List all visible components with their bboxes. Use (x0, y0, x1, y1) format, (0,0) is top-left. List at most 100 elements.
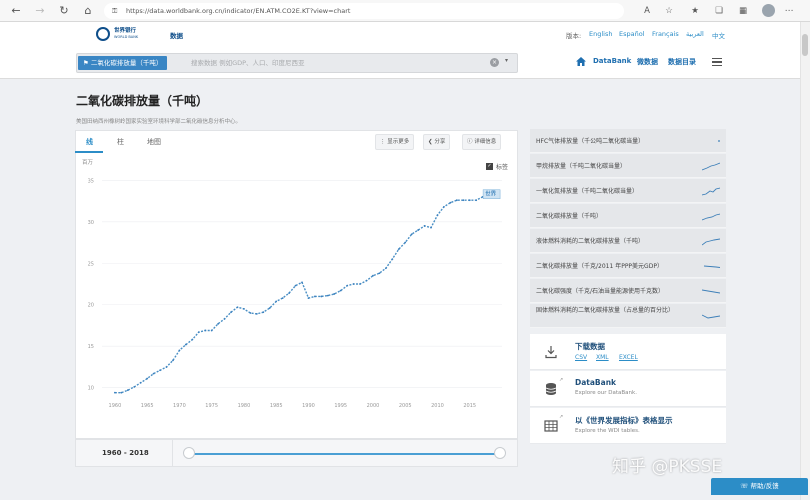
data-point[interactable] (146, 377, 149, 380)
data-point[interactable] (236, 306, 239, 309)
data-point[interactable] (249, 312, 252, 314)
reload-icon[interactable]: ↻ (56, 3, 72, 19)
download-xml-link[interactable]: XML (596, 354, 609, 361)
tab-bar[interactable]: 柱 (117, 137, 124, 147)
data-point[interactable] (178, 349, 181, 352)
data-point[interactable] (378, 272, 381, 275)
data-point[interactable] (152, 372, 155, 375)
data-point[interactable] (423, 225, 426, 227)
data-point[interactable] (165, 366, 168, 368)
data-point[interactable] (126, 389, 129, 392)
data-point[interactable] (410, 233, 413, 236)
data-point[interactable] (359, 283, 361, 285)
data-point[interactable] (210, 329, 213, 332)
profile-avatar[interactable] (762, 4, 775, 17)
data-point[interactable] (365, 279, 368, 282)
data-point[interactable] (468, 199, 471, 202)
data-point[interactable] (443, 205, 445, 208)
data-point[interactable] (268, 307, 271, 309)
data-point[interactable] (384, 267, 387, 270)
extensions-icon[interactable]: ▦ (736, 4, 750, 18)
tab-line[interactable]: 线 (86, 137, 93, 147)
data-point[interactable] (397, 248, 400, 251)
nav-data-catalog[interactable]: 数据目录 (668, 57, 696, 67)
data-point[interactable] (326, 294, 329, 297)
indicator-item-solid-fuel[interactable]: 固体燃料消耗的二氧化碳排放量（占总量的百分比） (530, 304, 726, 328)
data-point[interactable] (120, 391, 123, 394)
lang-english[interactable]: English (589, 30, 612, 38)
data-point[interactable] (430, 226, 432, 229)
logo-title[interactable]: 世界银行 (114, 28, 136, 34)
indicator-item-co2-intensity[interactable]: 二氧化碳强度（千克/石油当量能源使用千克数） (530, 279, 726, 303)
data-point[interactable] (417, 229, 420, 231)
data-point[interactable] (288, 292, 290, 295)
databank-title[interactable]: DataBank (575, 378, 616, 387)
data-point[interactable] (436, 214, 439, 217)
search-input[interactable]: 搜索数据 例如GDP、人口、印度尼西亚 (191, 57, 305, 67)
data-point[interactable] (159, 369, 161, 372)
data-point[interactable] (262, 311, 265, 314)
data-point[interactable] (191, 338, 194, 341)
address-bar[interactable]: ⚿ https://data.worldbank.org.cn/indicator… (104, 3, 624, 19)
share-button[interactable]: ❮ 分享 (423, 134, 451, 150)
nav-microdata[interactable]: 微数据 (637, 57, 658, 67)
data-point[interactable] (217, 322, 220, 325)
data-point[interactable] (133, 385, 136, 388)
indicator-item-co2[interactable]: 二氧化碳排放量（千吨） (530, 204, 726, 228)
indicator-item-methane[interactable]: 甲烷排放量（千吨二氧化碳当量） (530, 154, 726, 178)
menu-icon[interactable] (712, 58, 722, 66)
data-home-link[interactable]: 数据 (170, 30, 183, 40)
data-point[interactable] (320, 295, 323, 298)
year-range-slider[interactable] (188, 453, 500, 455)
data-point[interactable] (172, 359, 174, 362)
data-point[interactable] (314, 295, 316, 298)
data-point[interactable] (475, 199, 478, 202)
help-feedback-button[interactable]: ☏ 帮助/反馈 (711, 478, 808, 495)
scrollbar-thumb[interactable] (802, 34, 808, 56)
nav-home-icon[interactable] (576, 57, 586, 66)
nav-databank[interactable]: DataBank (593, 57, 631, 65)
data-point[interactable] (301, 281, 303, 284)
worldbank-logo-icon[interactable] (96, 27, 110, 41)
lang-chinese[interactable]: 中文 (712, 30, 725, 40)
read-aloud-icon[interactable]: A (640, 4, 654, 18)
data-point[interactable] (391, 258, 394, 261)
data-point[interactable] (346, 284, 349, 287)
data-point[interactable] (404, 241, 407, 244)
data-point[interactable] (339, 289, 342, 292)
series-line-world[interactable] (114, 192, 490, 394)
data-point[interactable] (184, 343, 187, 346)
data-point[interactable] (243, 307, 245, 310)
favorite-icon[interactable]: ☆ (662, 4, 676, 18)
data-point[interactable] (333, 293, 336, 295)
data-point[interactable] (307, 297, 310, 300)
data-point[interactable] (449, 201, 452, 204)
range-start-handle[interactable] (183, 447, 195, 459)
search-dropdown-icon[interactable]: ▾ (505, 57, 508, 64)
data-point[interactable] (255, 312, 258, 315)
collections-icon[interactable]: ❏ (712, 4, 726, 18)
indicator-item-liquid-fuel[interactable]: 液体燃料消耗的二氧化碳排放量（千吨） (530, 229, 726, 253)
co2-line-chart[interactable]: 10 15 20 25 30 35 1960 1965 1970 1975 1980 1985 199… (82, 156, 512, 412)
forward-icon[interactable]: → (32, 3, 48, 19)
details-button[interactable]: ⓘ 详细信息 (462, 134, 502, 150)
data-point[interactable] (204, 329, 207, 332)
indicator-item-co2-per-gdp[interactable]: 二氧化碳排放量（千克/2011 年PPP美元GDP） (530, 254, 726, 278)
download-excel-link[interactable]: EXCEL (619, 354, 638, 361)
source-note[interactable]: 美国田纳西州橡树岭国家实验室环境科学部二氧化碳信息分析中心。 (76, 117, 241, 125)
favorites-icon[interactable]: ★ (688, 4, 702, 18)
back-icon[interactable]: ← (8, 3, 24, 19)
data-point[interactable] (230, 311, 232, 314)
data-point[interactable] (462, 199, 465, 202)
data-point[interactable] (372, 274, 374, 277)
data-point[interactable] (114, 391, 116, 394)
download-csv-link[interactable]: CSV (575, 354, 587, 361)
data-point[interactable] (197, 331, 200, 334)
download-icon[interactable] (544, 345, 558, 359)
indicator-item-n2o[interactable]: 一氧化氮排放量（千吨二氧化碳当量） (530, 179, 726, 203)
data-point[interactable] (275, 300, 278, 303)
data-point[interactable] (139, 381, 142, 384)
more-icon[interactable]: ⋯ (782, 4, 796, 18)
indicator-item-hfc[interactable]: HFC气体排放量（千公吨二氧化碳当量） (530, 129, 726, 153)
clear-search-icon[interactable]: × (490, 58, 499, 67)
